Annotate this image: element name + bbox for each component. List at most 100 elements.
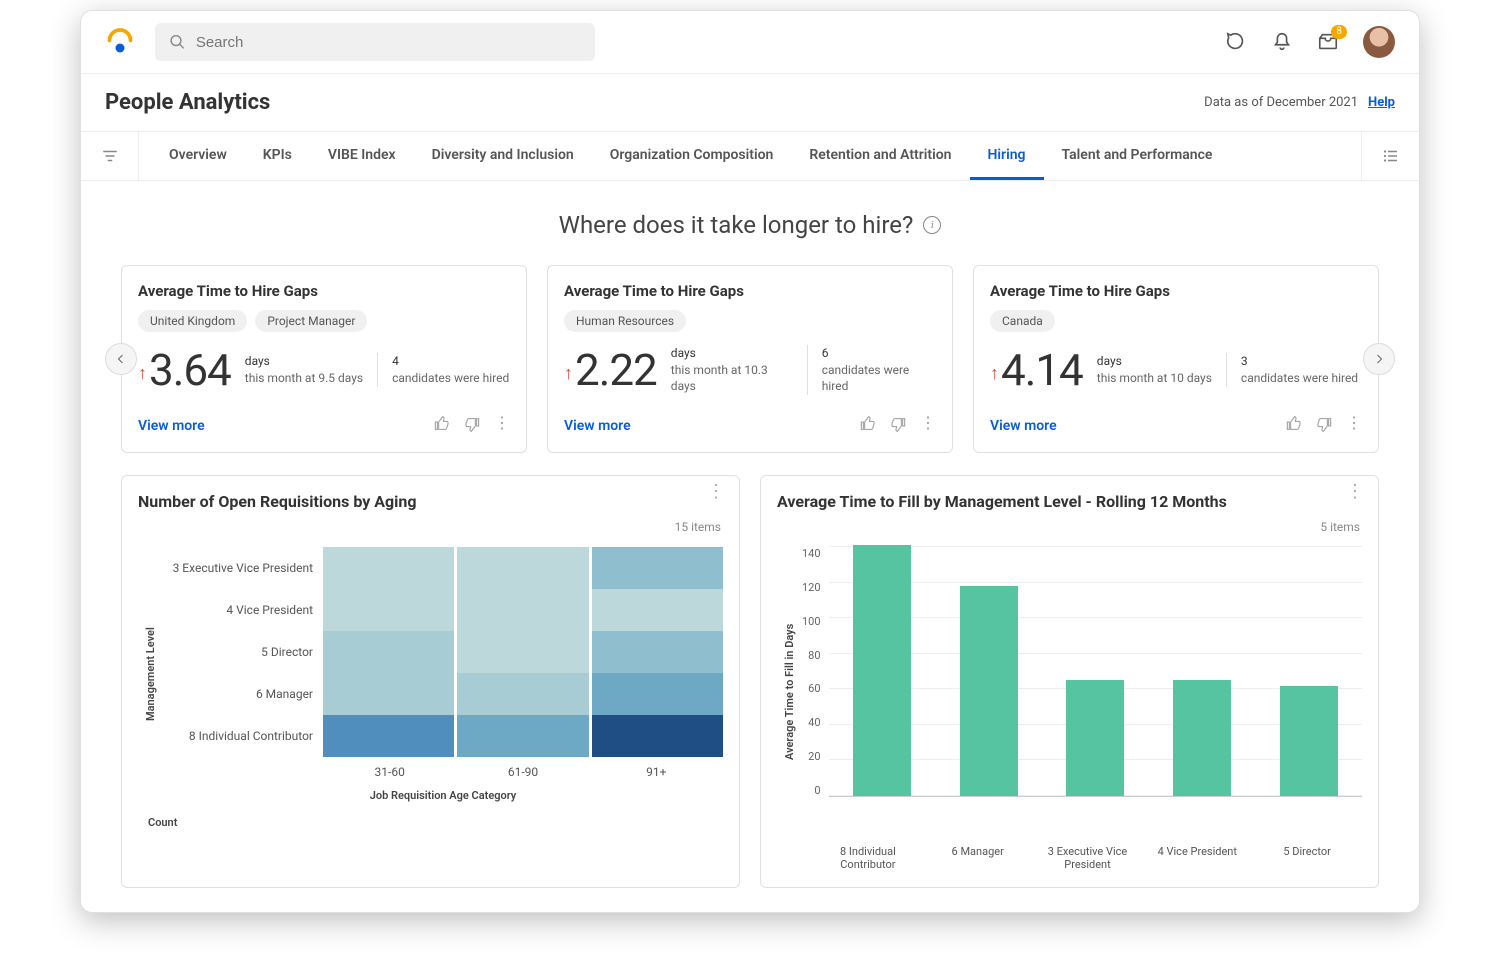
inbox-icon[interactable]: 8 (1317, 31, 1339, 53)
carousel-prev-button[interactable] (105, 343, 137, 375)
tab-kpis[interactable]: KPIs (245, 133, 310, 180)
card-menu-icon[interactable]: ⋮ (1346, 490, 1364, 494)
heatmap-cell[interactable] (592, 547, 723, 589)
heatmap-col-label: 31-60 (323, 765, 456, 779)
metric-unit: days (1097, 353, 1212, 370)
tab-diversity-and-inclusion[interactable]: Diversity and Inclusion (414, 133, 592, 180)
heatmap-row: 5 Director (163, 631, 723, 673)
tab-organization-composition[interactable]: Organization Composition (592, 133, 792, 180)
search-field[interactable] (196, 34, 581, 51)
heatmap-cell[interactable] (457, 589, 588, 631)
thumbs-down-icon[interactable] (1316, 416, 1332, 436)
card-menu-icon[interactable]: ⋮ (494, 416, 510, 436)
section-heading: Where does it take longer to hire? i (121, 211, 1379, 239)
heatmap-cell[interactable] (592, 673, 723, 715)
bar[interactable] (1280, 686, 1338, 796)
barchart-title: Average Time to Fill by Management Level… (777, 492, 1362, 511)
bar-xlabel: 5 Director (1267, 845, 1347, 871)
heatmap-cell[interactable] (323, 589, 454, 631)
metric-value: 3.64 (149, 344, 231, 396)
secondary-text: candidates were hired (392, 370, 509, 387)
gap-card: Average Time to Hire Gaps Human Resource… (547, 265, 953, 453)
heatmap-col-label: 91+ (590, 765, 723, 779)
bar-xlabel: 6 Manager (938, 845, 1018, 871)
heatmap-row: 3 Executive Vice President (163, 547, 723, 589)
search-icon (169, 33, 186, 51)
thumbs-down-icon[interactable] (890, 416, 906, 436)
bell-icon[interactable] (1271, 31, 1293, 53)
trend-up-icon: ↑ (990, 363, 999, 384)
bar[interactable] (1173, 680, 1231, 796)
heatmap-cell[interactable] (457, 673, 588, 715)
bar-ytick: 120 (802, 581, 821, 594)
trend-up-icon: ↑ (564, 363, 573, 384)
bar-xlabel: 3 Executive Vice President (1047, 845, 1127, 871)
topbar: 8 (81, 11, 1419, 74)
card-menu-icon[interactable]: ⋮ (1346, 416, 1362, 436)
bar-ytick: 0 (802, 784, 821, 797)
heatmap-cell[interactable] (592, 589, 723, 631)
carousel-next-button[interactable] (1363, 343, 1395, 375)
tab-vibe-index[interactable]: VIBE Index (310, 133, 414, 180)
heatmap-cell[interactable] (592, 715, 723, 757)
bar-ytick: 80 (802, 649, 821, 662)
metric-value: 4.14 (1001, 344, 1083, 396)
view-more-link[interactable]: View more (990, 418, 1057, 434)
bar-ytick: 60 (802, 682, 821, 695)
help-link[interactable]: Help (1368, 95, 1395, 110)
bar-ytick: 40 (802, 716, 821, 729)
search-input[interactable] (155, 23, 595, 61)
thumbs-up-icon[interactable] (434, 416, 450, 436)
heatmap-row-label: 3 Executive Vice President (163, 561, 323, 575)
card-menu-icon[interactable]: ⋮ (920, 416, 936, 436)
heatmap-cell[interactable] (457, 631, 588, 673)
barchart-items-count: 5 items (1320, 520, 1360, 534)
heatmap-cell[interactable] (323, 673, 454, 715)
bar-xlabel: 4 Vice President (1157, 845, 1237, 871)
tab-overview[interactable]: Overview (151, 133, 245, 180)
secondary-value: 3 (1241, 353, 1358, 370)
filter-chip[interactable]: United Kingdom (138, 310, 247, 332)
bar[interactable] (960, 586, 1018, 796)
card-menu-icon[interactable]: ⋮ (707, 490, 725, 494)
filter-chip[interactable]: Project Manager (255, 310, 367, 332)
heatmap-cell[interactable] (592, 631, 723, 673)
bar-ytick: 20 (802, 750, 821, 763)
heatmap-cell[interactable] (323, 547, 454, 589)
card-title: Average Time to Hire Gaps (990, 282, 1362, 300)
heatmap-cell[interactable] (323, 631, 454, 673)
heatmap-items-count: 15 items (675, 520, 721, 534)
tab-talent-and-performance[interactable]: Talent and Performance (1044, 133, 1231, 180)
view-more-link[interactable]: View more (138, 418, 205, 434)
heatmap-title: Number of Open Requisitions by Aging (138, 492, 723, 511)
heatmap-row-label: 4 Vice President (163, 603, 323, 617)
heatmap-cell[interactable] (457, 715, 588, 757)
thumbs-up-icon[interactable] (860, 416, 876, 436)
thumbs-down-icon[interactable] (464, 416, 480, 436)
bar-ytick: 140 (802, 547, 821, 560)
heatmap-row: 8 Individual Contributor (163, 715, 723, 757)
workday-logo[interactable] (105, 27, 135, 57)
view-more-link[interactable]: View more (564, 418, 631, 434)
bar[interactable] (1066, 680, 1124, 796)
heatmap-row-label: 8 Individual Contributor (163, 729, 323, 743)
avatar[interactable] (1363, 26, 1395, 58)
heatmap-legend-label: Count (148, 816, 723, 829)
metric-unit: days (245, 353, 363, 370)
tab-hiring[interactable]: Hiring (970, 133, 1044, 180)
filter-icon[interactable] (81, 132, 139, 180)
heatmap-cell[interactable] (323, 715, 454, 757)
filter-chip[interactable]: Canada (990, 310, 1055, 332)
chat-icon[interactable] (1225, 31, 1247, 53)
secondary-value: 6 (822, 345, 936, 362)
bar[interactable] (853, 545, 911, 796)
metric-context: this month at 10.3 days (671, 362, 793, 396)
thumbs-up-icon[interactable] (1286, 416, 1302, 436)
filter-chip[interactable]: Human Resources (564, 310, 686, 332)
heatmap-cell[interactable] (457, 547, 588, 589)
tab-retention-and-attrition[interactable]: Retention and Attrition (791, 133, 969, 180)
page-header: People Analytics Data as of December 202… (81, 74, 1419, 132)
info-icon[interactable]: i (923, 216, 941, 234)
heatmap-y-axis-label: Management Level (138, 547, 163, 802)
list-view-icon[interactable] (1361, 132, 1419, 180)
